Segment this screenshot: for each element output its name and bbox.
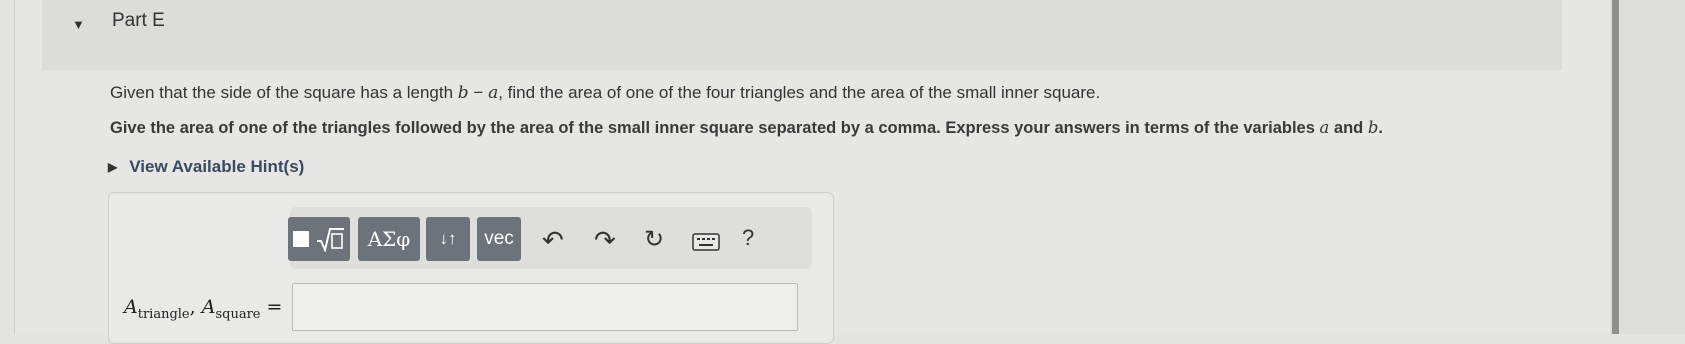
keyboard-icon[interactable] bbox=[692, 227, 720, 258]
area-symbol: A bbox=[124, 296, 138, 318]
hints-label: View Available Hint(s) bbox=[129, 157, 305, 176]
variable-b: b bbox=[1367, 118, 1379, 137]
keyboard-glyph-icon bbox=[692, 233, 720, 251]
variable-a: a bbox=[1319, 118, 1330, 137]
help-button[interactable]: ? bbox=[742, 225, 754, 251]
area-symbol: A bbox=[201, 296, 216, 318]
prompt-text-end: , find the area of one of the four trian… bbox=[498, 83, 1101, 102]
answer-instruction: Give the area of one of the triangles fo… bbox=[110, 118, 1383, 138]
square-subscript: square bbox=[215, 306, 261, 322]
radical-icon bbox=[317, 228, 344, 252]
arrows-button[interactable]: ↓↑ bbox=[426, 217, 470, 261]
label-separator: , bbox=[189, 296, 202, 318]
triangle-subscript: triangle bbox=[137, 306, 190, 322]
variable-b: b bbox=[457, 83, 469, 103]
vector-button[interactable]: vec bbox=[477, 217, 521, 261]
scrollbar[interactable] bbox=[1612, 0, 1619, 334]
answer-label: Atriangle, Asquare = bbox=[124, 296, 282, 322]
instruction-and: and bbox=[1329, 119, 1368, 137]
part-title: Part E bbox=[112, 10, 165, 31]
redo-icon[interactable]: ↷ bbox=[594, 225, 616, 256]
question-prompt: Given that the side of the square has a … bbox=[110, 83, 1100, 103]
undo-icon[interactable]: ↶ bbox=[542, 225, 564, 256]
collapse-caret-icon[interactable]: ▼ bbox=[72, 17, 85, 32]
instruction-text-start: Give the area of one of the triangles fo… bbox=[110, 119, 1320, 137]
minus-sign: − bbox=[468, 83, 489, 102]
equals-sign: = bbox=[260, 296, 283, 318]
answer-input[interactable] bbox=[292, 283, 798, 331]
prompt-text-start: Given that the side of the square has a … bbox=[110, 83, 458, 102]
reset-icon[interactable]: ↻ bbox=[644, 225, 664, 254]
view-hints-toggle[interactable]: ▶ View Available Hint(s) bbox=[108, 157, 304, 177]
variable-a: a bbox=[488, 83, 499, 103]
expand-caret-icon: ▶ bbox=[108, 160, 118, 174]
math-toolbar: ΑΣφ ↓↑ vec ↶ ↷ ↻ ? bbox=[288, 207, 812, 269]
square-root-template-icon[interactable] bbox=[288, 217, 350, 261]
template-square-icon bbox=[293, 231, 309, 247]
part-header[interactable] bbox=[42, 0, 1562, 70]
right-panel bbox=[1610, 0, 1685, 334]
instruction-period: . bbox=[1378, 119, 1383, 137]
greek-letters-button[interactable]: ΑΣφ bbox=[358, 217, 420, 261]
